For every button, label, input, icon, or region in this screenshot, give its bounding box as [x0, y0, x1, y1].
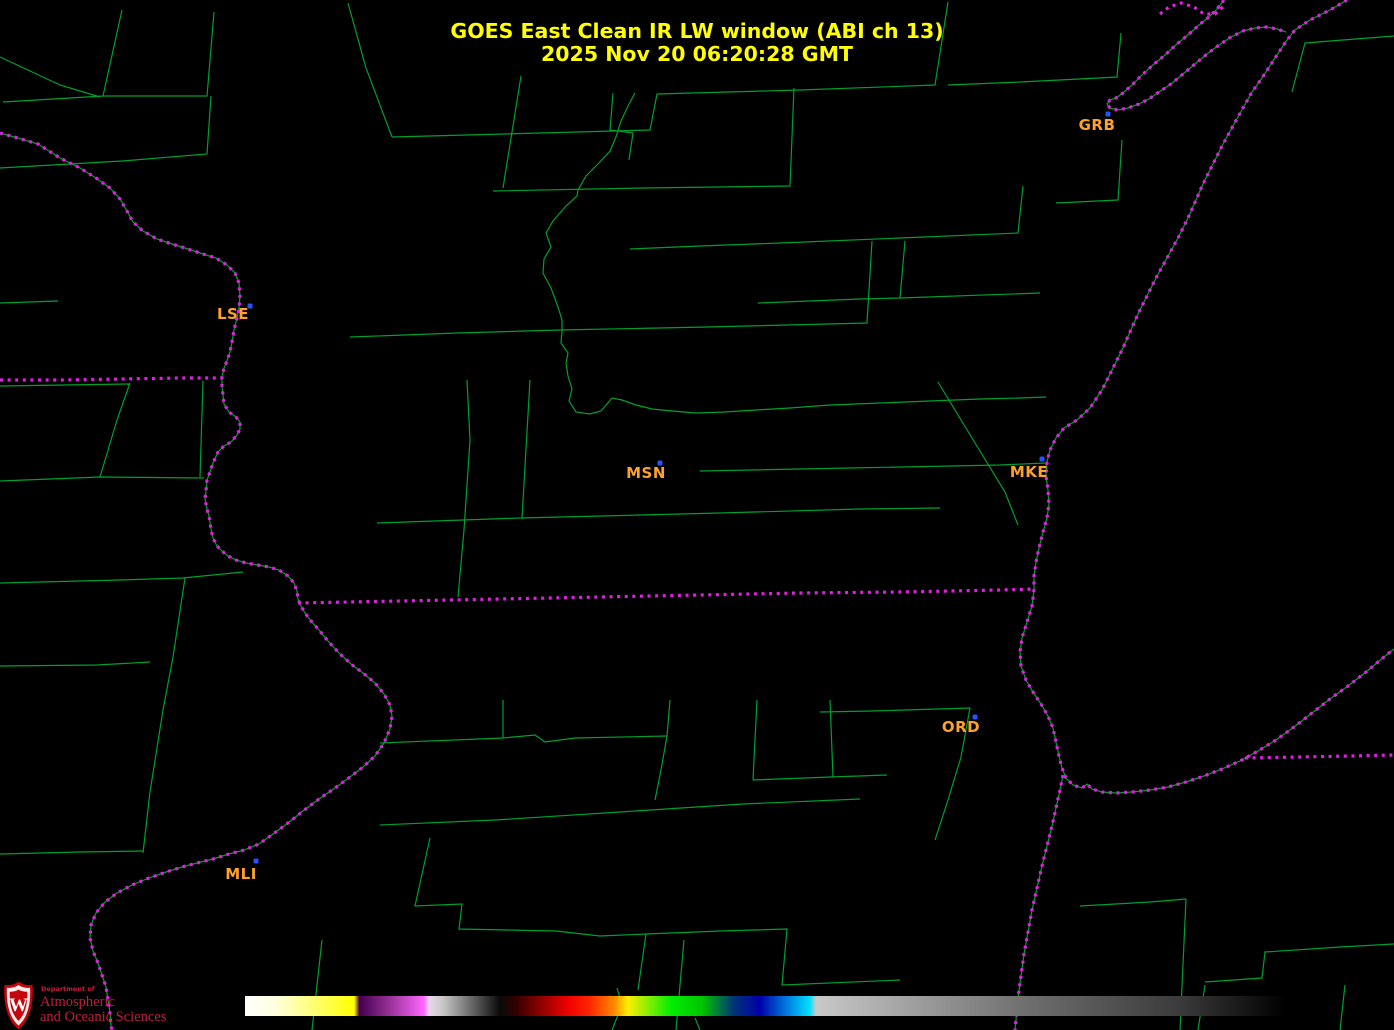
county-boundary-line [521, 379, 531, 519]
county-boundary-line [391, 1, 949, 138]
county-boundary-line [2, 9, 123, 103]
county-boundary-line [752, 699, 758, 781]
county-boundary-line [542, 92, 1047, 415]
county-boundary-line [645, 928, 901, 986]
logo-dept-line: Department of [41, 985, 95, 993]
svg-text:W: W [9, 995, 28, 1016]
county-boundary-line [379, 700, 504, 744]
satellite-image-viewport: GRB LSE MSN MKE ORD MLI GOES East Clean IR LW… [0, 0, 1394, 1030]
county-boundary-line [629, 185, 1024, 250]
county-boundary-line [414, 837, 647, 991]
county-boundary-line [492, 87, 795, 192]
station-label-ORD: ORD [942, 718, 980, 736]
county-boundary-line [0, 56, 101, 98]
station-dot-MKE [1039, 456, 1045, 462]
county-boundary-line [376, 507, 941, 524]
map-canvas: GRB LSE MSN MKE ORD MLI [0, 0, 1394, 1030]
station-label-MLI: MLI [225, 865, 257, 883]
county-boundary-line [103, 11, 215, 97]
county-boundary-line [349, 240, 873, 338]
station-dot-MLI [253, 858, 259, 864]
county-boundary-line [199, 380, 204, 478]
county-boundary-line [899, 292, 1041, 299]
county-boundary-line [347, 2, 393, 138]
green-bay-shore [1105, 0, 1287, 112]
county-boundary-line [457, 379, 471, 598]
county-boundary-line [694, 1017, 701, 1030]
county-boundary-line [142, 577, 186, 854]
green-bay-shore-coast [1106, 0, 1287, 111]
county-boundary-line [311, 939, 323, 1030]
county-boundary-line [1079, 898, 1187, 907]
county-boundary-line [1059, 32, 1122, 81]
county-boundary-line [1204, 943, 1394, 983]
county-boundary-line [0, 571, 244, 584]
county-boundary-line [1339, 984, 1346, 1030]
lake-michigan-shore-coast [1019, 0, 1394, 794]
county-boundary-line [757, 240, 906, 304]
county-boundary-line [1055, 139, 1123, 204]
wi-il-border [297, 587, 1036, 605]
county-boundary-line [0, 661, 151, 667]
station-label-MSN: MSN [626, 464, 666, 482]
county-boundary-line [0, 300, 59, 304]
county-boundary-line [0, 476, 205, 482]
logo-name-line2: and Oceanic Sciences [40, 1009, 167, 1025]
mi-in-border [1244, 753, 1394, 760]
county-boundary-line [1291, 35, 1394, 93]
ir-color-scale-bar [245, 996, 1285, 1016]
station-label-GRB: GRB [1079, 116, 1116, 134]
station-label-MKE: MKE [1010, 463, 1048, 481]
county-boundary-line [99, 382, 131, 478]
county-boundary-line [654, 735, 668, 801]
county-boundary-line [379, 798, 861, 826]
county-boundary-line [675, 939, 685, 1030]
county-boundary-line [752, 774, 888, 781]
county-boundary-line [937, 381, 1019, 526]
uw-crest-icon: W [4, 981, 33, 1030]
county-boundary-line [502, 75, 522, 189]
county-boundary-line [0, 383, 131, 387]
county-boundary-line [666, 699, 671, 737]
county-boundary-line [947, 79, 1061, 86]
county-boundary-line [0, 850, 144, 855]
county-boundary-line [699, 462, 1046, 472]
mn-ia-border [0, 376, 222, 382]
station-label-LSE: LSE [217, 305, 249, 323]
logo-wordmark: Department of Atmospheric and Oceanic Sc… [40, 982, 166, 1026]
uw-aos-logo: W Department of Atmospheric and Oceanic … [3, 981, 243, 1030]
county-boundary-line [0, 95, 212, 169]
logo-name-line1: Atmospheric [40, 993, 115, 1010]
county-boundary-line [502, 734, 668, 743]
il-in-border [1013, 774, 1065, 1030]
lake-michigan-shore [1018, 0, 1394, 795]
